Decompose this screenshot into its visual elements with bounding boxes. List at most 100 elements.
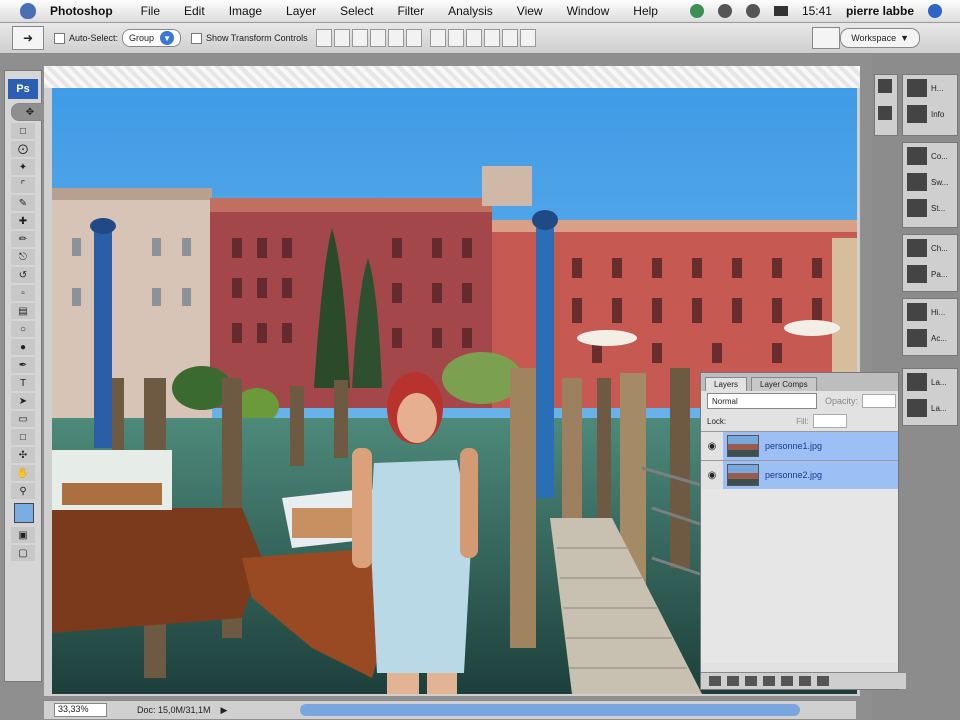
tool-preset-picker[interactable]: ➜ [12, 26, 44, 50]
eye-icon[interactable]: ◉ [701, 470, 723, 481]
align-hcenter-button[interactable] [387, 29, 404, 47]
align-right-button[interactable] [405, 29, 422, 47]
app-menu[interactable]: Photoshop [50, 4, 113, 18]
layer-mask-icon[interactable] [745, 676, 757, 686]
user-name[interactable]: pierre labbe [846, 4, 914, 18]
dock-item-paths[interactable]: Pa... [903, 261, 957, 287]
gradient-tool-icon[interactable]: ▤ [11, 303, 35, 319]
healing-brush-tool-icon[interactable]: ✚ [11, 213, 35, 229]
align-bottom-button[interactable] [351, 29, 368, 47]
align-vcenter-button[interactable] [333, 29, 350, 47]
marquee-tool-icon[interactable]: □ [11, 123, 35, 139]
tab-layer-comps[interactable]: Layer Comps [751, 377, 817, 391]
dock-item-actions[interactable]: Ac... [903, 325, 957, 351]
eyedropper-tool-icon[interactable]: ✣ [11, 447, 35, 463]
show-transform-checkbox[interactable] [191, 32, 203, 44]
foreground-color-swatch[interactable] [14, 503, 34, 523]
menu-window[interactable]: Window [567, 4, 610, 18]
fill-field[interactable] [812, 414, 847, 428]
bluetooth-icon[interactable] [717, 4, 732, 18]
menu-edit[interactable]: Edit [184, 4, 205, 18]
horizontal-scrollbar[interactable] [300, 704, 800, 716]
shape-tool-icon[interactable]: ▭ [11, 411, 35, 427]
sync-icon[interactable] [745, 4, 760, 18]
distribute-right-button[interactable] [519, 29, 536, 47]
paragraph-icon[interactable] [878, 106, 892, 120]
dock-item-history[interactable]: Hi... [903, 299, 957, 325]
dock-item-channels[interactable]: Ch... [903, 235, 957, 261]
crop-tool-icon[interactable]: ⌜ [11, 177, 35, 193]
dock-item-info[interactable]: Info [903, 101, 957, 127]
magic-wand-tool-icon[interactable]: ✦ [11, 159, 35, 175]
layer-row[interactable]: ◉ personne2.jpg [701, 460, 898, 489]
distribute-left-button[interactable] [483, 29, 500, 47]
hand-tool-icon[interactable]: ✋ [11, 465, 35, 481]
auto-select-checkbox[interactable] [54, 32, 65, 44]
distribute-bottom-button[interactable] [465, 29, 482, 47]
layer-content[interactable]: personne1.jpg [723, 432, 898, 460]
path-selection-tool-icon[interactable]: ➤ [11, 393, 35, 409]
distribute-hcenter-button[interactable] [501, 29, 518, 47]
dock-item-layer-comps[interactable]: La... [903, 395, 957, 421]
link-layers-icon[interactable] [709, 676, 721, 686]
distribute-vcenter-button[interactable] [447, 29, 464, 47]
menu-analysis[interactable]: Analysis [448, 4, 493, 18]
workspace-menu[interactable]: Workspace ▼ [840, 28, 920, 48]
dock-item-color[interactable]: Co... [903, 143, 957, 169]
align-left-button[interactable] [369, 29, 386, 47]
quick-mask-icon[interactable]: ▣ [11, 527, 35, 543]
apple-menu-icon[interactable] [20, 3, 36, 19]
opacity-field[interactable] [862, 394, 897, 408]
notes-tool-icon[interactable]: □ [11, 429, 35, 445]
clock[interactable]: 15:41 [802, 4, 832, 18]
display-icon[interactable] [773, 6, 788, 16]
menu-file[interactable]: File [141, 4, 160, 18]
status-menu-icon[interactable] [689, 4, 704, 18]
dock-item-styles[interactable]: St... [903, 195, 957, 221]
lasso-tool-icon[interactable]: ⨀ [11, 141, 35, 157]
type-tool-icon[interactable]: T [11, 375, 35, 391]
dock-item-swatches[interactable]: Sw... [903, 169, 957, 195]
brush-tool-icon[interactable]: ✏ [11, 231, 35, 247]
clone-stamp-tool-icon[interactable]: ⎋ [11, 249, 35, 265]
dock-item-layers[interactable]: La... [903, 369, 957, 395]
blur-tool-icon[interactable]: ○ [11, 321, 35, 337]
pen-tool-icon[interactable]: ✒ [11, 357, 35, 373]
layer-content[interactable]: personne2.jpg [723, 461, 898, 489]
tab-layers[interactable]: Layers [705, 377, 748, 391]
eye-icon[interactable]: ◉ [701, 441, 723, 452]
screen-mode-icon[interactable]: ▢ [11, 545, 35, 561]
distribute-top-button[interactable] [429, 29, 446, 47]
trash-icon[interactable] [817, 676, 829, 686]
layers-list-empty-area[interactable] [701, 489, 898, 663]
status-menu-arrow-icon[interactable]: ▶ [221, 705, 228, 716]
adjustment-layer-icon[interactable] [763, 676, 775, 686]
menu-image[interactable]: Image [229, 4, 262, 18]
layer-style-icon[interactable] [727, 676, 739, 686]
document-info[interactable]: Doc: 15,0M/31,1M [137, 705, 211, 715]
zoom-field[interactable]: 33,33% [54, 703, 107, 717]
new-layer-icon[interactable] [799, 676, 811, 686]
palette-well-button[interactable] [812, 27, 840, 49]
dock-item-histogram[interactable]: H... [903, 75, 957, 101]
status-bar: 33,33% Doc: 15,0M/31,1M ▶ [44, 700, 856, 719]
ps-logo[interactable]: Ps [8, 79, 38, 99]
dodge-tool-icon[interactable]: ● [11, 339, 35, 355]
menu-filter[interactable]: Filter [397, 4, 424, 18]
menu-select[interactable]: Select [340, 4, 373, 18]
layer-row[interactable]: ◉ personne1.jpg [701, 431, 898, 460]
auto-select-dropdown[interactable]: Group ▼ [122, 29, 182, 47]
zoom-tool-icon[interactable]: ⚲ [11, 483, 35, 499]
styles-icon [907, 199, 927, 217]
menu-view[interactable]: View [517, 4, 543, 18]
slice-tool-icon[interactable]: ✎ [11, 195, 35, 211]
history-brush-tool-icon[interactable]: ↺ [11, 267, 35, 283]
align-top-button[interactable] [315, 29, 332, 47]
panel-shortcut-icon[interactable] [878, 79, 892, 93]
blend-mode-select[interactable]: Normal [707, 393, 817, 409]
new-group-icon[interactable] [781, 676, 793, 686]
menu-help[interactable]: Help [633, 4, 658, 18]
eraser-tool-icon[interactable]: ▫ [11, 285, 35, 301]
spotlight-icon[interactable] [928, 4, 942, 18]
menu-layer[interactable]: Layer [286, 4, 316, 18]
